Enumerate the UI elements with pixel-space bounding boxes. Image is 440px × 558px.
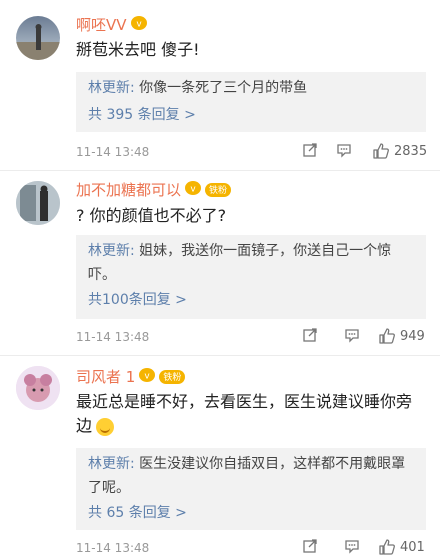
comment-text: 掰苞米去吧 傻子!	[76, 40, 200, 59]
reply-preview: 林更新: 你像一条死了三个月的带鱼	[88, 76, 416, 100]
share-button[interactable]	[302, 538, 318, 554]
vip-crown-icon: v	[130, 15, 147, 34]
avatar[interactable]	[16, 181, 60, 225]
reply-box[interactable]: 林更新: 医生没建议你自插双目，这样都不用戴眼罩了呢。 共 65 条回复 >	[76, 448, 426, 530]
comment-icon	[345, 329, 359, 343]
comment-item: 司风者 1 v 铁粉 最近总是睡不好，去看医生，医生说建议睡你旁边 林更新: 医…	[0, 356, 440, 555]
comment-text: 最近总是睡不好，去看医生，医生说建议睡你旁边	[76, 390, 426, 438]
reply-text: 医生没建议你自插双目，这样都不用戴眼罩了呢。	[88, 456, 406, 496]
fan-badge: 铁粉	[205, 182, 232, 197]
svg-text:v: v	[136, 20, 142, 30]
smile-emoji-icon	[96, 417, 115, 436]
username[interactable]: 加不加糖都可以	[76, 179, 181, 200]
comment-text: ? 你的颜值也不必了?	[76, 206, 227, 225]
comment-item: 啊呸VV v 掰苞米去吧 傻子! 林更新: 你像一条死了三个月的带鱼 共 395…	[0, 0, 440, 170]
reply-count-link[interactable]: 共 65 条回复 >	[88, 502, 187, 522]
reply-count-link[interactable]: 共100条回复 >	[88, 289, 187, 309]
svg-text:v: v	[145, 372, 151, 382]
thumbs-up-icon	[373, 143, 389, 159]
reply-preview: 林更新: 医生没建议你自插双目，这样都不用戴眼罩了呢。	[88, 452, 416, 500]
share-icon	[303, 143, 317, 157]
comment-icon	[337, 144, 351, 158]
like-button[interactable]: 401	[378, 538, 425, 556]
comment-button[interactable]	[344, 538, 360, 554]
reply-box[interactable]: 林更新: 你像一条死了三个月的带鱼 共 395 条回复 >	[76, 72, 426, 132]
share-button[interactable]	[302, 142, 318, 158]
timestamp: 11-14 13:48	[76, 330, 150, 344]
reply-preview: 林更新: 姐妹，我送你一面镜子，你送自己一个惊吓。	[88, 239, 416, 287]
thumbs-up-icon	[379, 328, 395, 344]
comment-text-body: 最近总是睡不好，去看医生，医生说建议睡你旁边	[76, 392, 413, 435]
fan-badge: 铁粉	[159, 369, 186, 384]
reply-text: 你像一条死了三个月的带鱼	[139, 80, 308, 96]
timestamp: 11-14 13:48	[76, 541, 150, 555]
share-icon	[303, 328, 317, 342]
reply-author[interactable]: 林更新:	[88, 456, 135, 472]
reply-box[interactable]: 林更新: 姐妹，我送你一面镜子，你送自己一个惊吓。 共100条回复 >	[76, 235, 426, 319]
comment-item: 加不加糖都可以 v 铁粉 ? 你的颜值也不必了? 林更新: 姐妹，我送你一面镜子…	[0, 171, 440, 355]
like-count: 401	[400, 539, 425, 555]
vip-crown-icon: v	[139, 367, 156, 386]
share-button[interactable]	[302, 327, 318, 343]
share-icon	[303, 539, 317, 553]
comment-button[interactable]	[344, 327, 360, 343]
username[interactable]: 啊呸VV	[76, 14, 127, 35]
like-count: 2835	[394, 143, 428, 159]
like-button[interactable]: 949	[378, 327, 425, 345]
reply-count-link[interactable]: 共 395 条回复 >	[88, 104, 196, 124]
comment-footer: 11-14 13:48 2835	[76, 142, 427, 162]
like-button[interactable]: 2835	[372, 142, 427, 160]
vip-crown-icon: v	[185, 180, 202, 199]
svg-text:v: v	[190, 185, 196, 195]
avatar[interactable]	[16, 16, 60, 60]
reply-author[interactable]: 林更新:	[88, 80, 135, 96]
like-count: 949	[400, 328, 425, 344]
timestamp: 11-14 13:48	[76, 145, 150, 159]
comment-button[interactable]	[336, 142, 352, 158]
comment-footer: 11-14 13:48 401	[76, 538, 426, 558]
username[interactable]: 司风者 1	[76, 366, 135, 387]
avatar[interactable]	[16, 366, 60, 410]
reply-author[interactable]: 林更新:	[88, 243, 135, 259]
comment-footer: 11-14 13:48 949	[76, 327, 426, 347]
thumbs-up-icon	[379, 539, 395, 555]
comment-icon	[345, 540, 359, 554]
